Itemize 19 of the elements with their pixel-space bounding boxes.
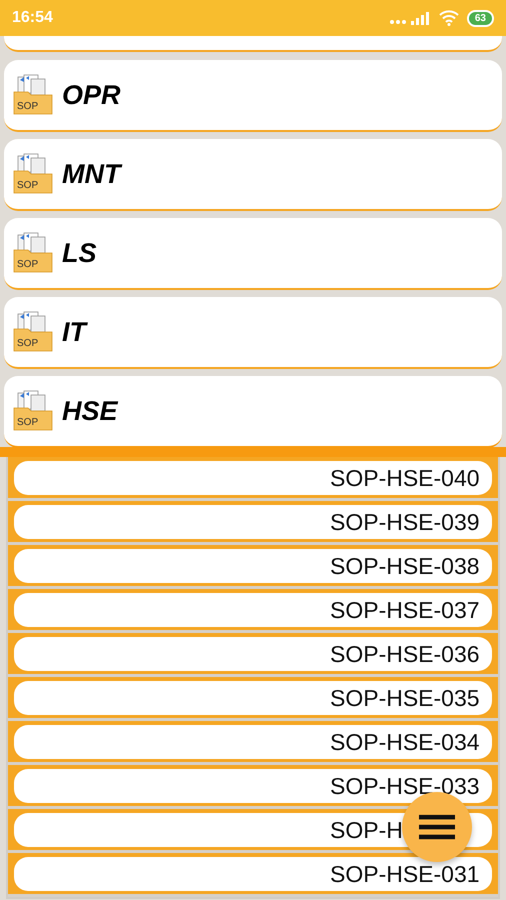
wifi-icon: [438, 10, 459, 26]
category-item[interactable]: SOP OPR: [4, 60, 502, 132]
status-time: 16:54: [12, 8, 53, 28]
signal-icon: [388, 11, 431, 25]
category-item[interactable]: SOP HSE: [4, 376, 502, 448]
document-item[interactable]: SOP-HSE-035: [14, 681, 492, 715]
document-item[interactable]: SOP-HSE-037: [14, 593, 492, 627]
category-item[interactable]: SOP MNT: [4, 139, 502, 211]
document-item[interactable]: SOP-HSE-033: [14, 769, 492, 803]
battery-indicator: 63: [466, 10, 494, 26]
document-item[interactable]: SOP-HSE-040: [14, 461, 492, 495]
category-item[interactable]: SOP LS: [4, 218, 502, 290]
document-item[interactable]: SOP-HSE-036: [14, 637, 492, 671]
document-item[interactable]: SOP-HSE-034: [14, 725, 492, 759]
menu-icon: [419, 814, 455, 840]
category-item[interactable]: SOP IT: [4, 297, 502, 369]
document-item[interactable]: SOP-HSE-031: [14, 857, 492, 891]
document-item[interactable]: SOP-HSE-038: [14, 549, 492, 583]
document-item[interactable]: SOP-HSE-039: [14, 505, 492, 539]
